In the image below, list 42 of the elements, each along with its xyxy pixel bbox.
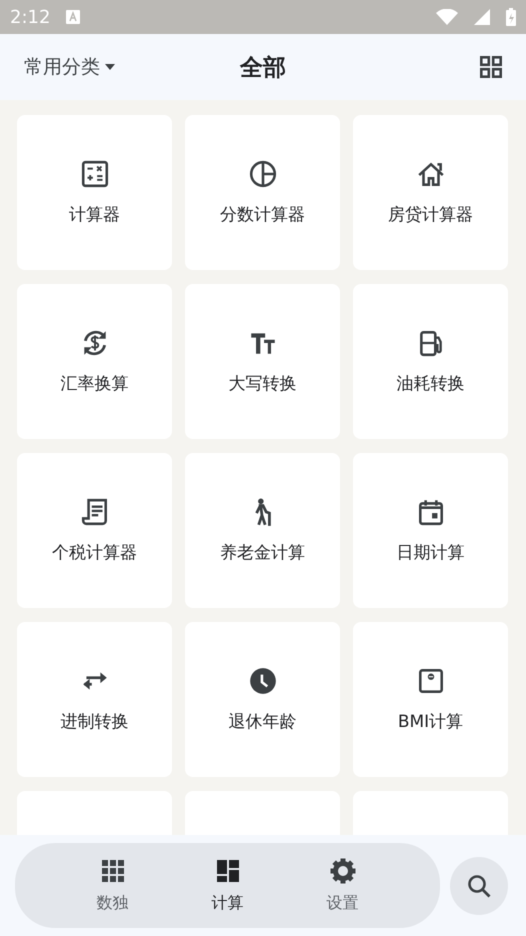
- search-icon: [466, 872, 492, 898]
- battery-icon: [506, 8, 516, 26]
- tool-label: 大写转换: [228, 373, 296, 395]
- tool-card[interactable]: 计算器: [17, 115, 172, 270]
- grid-view-icon[interactable]: [480, 56, 502, 78]
- category-dropdown[interactable]: 常用分类: [24, 54, 116, 80]
- nav-tab[interactable]: 数独: [88, 843, 136, 928]
- tool-card[interactable]: 大写转换: [185, 284, 340, 439]
- signal-icon: [474, 9, 490, 25]
- tool-card[interactable]: 汇率换算: [17, 284, 172, 439]
- tool-card[interactable]: 油耗转换: [353, 284, 508, 439]
- tool-card[interactable]: 房贷计算器: [353, 115, 508, 270]
- status-time: 2:12: [10, 6, 50, 28]
- receipt-icon: [80, 497, 110, 527]
- tool-label: 个税计算器: [52, 542, 137, 564]
- caret-icon: [104, 63, 116, 71]
- nav-tab[interactable]: 计算: [204, 843, 252, 928]
- tool-label: 油耗转换: [396, 373, 464, 395]
- tool-label: 进制转换: [60, 711, 128, 733]
- wifi-icon: [436, 9, 458, 25]
- tool-label: 房贷计算器: [388, 204, 473, 226]
- tool-label: 日期计算: [396, 542, 464, 564]
- page-title: 全部: [240, 54, 286, 80]
- tool-card[interactable]: BMI计算: [353, 622, 508, 777]
- calculator-icon: [80, 159, 110, 189]
- tool-card[interactable]: 分数计算器: [185, 115, 340, 270]
- tool-card[interactable]: 进制转换: [17, 622, 172, 777]
- tool-label: BMI计算: [398, 711, 464, 733]
- tool-label: 退休年龄: [228, 711, 296, 733]
- tool-label: 汇率换算: [60, 373, 128, 395]
- tool-card[interactable]: 退休年龄: [185, 622, 340, 777]
- keyboard-icon: [66, 10, 80, 24]
- settings-icon: [328, 857, 356, 885]
- tool-label: 养老金计算: [220, 542, 305, 564]
- tool-label: 分数计算器: [220, 204, 305, 226]
- nav-tab[interactable]: 设置: [318, 843, 366, 928]
- tool-card[interactable]: 养老金计算: [185, 453, 340, 608]
- tool-card[interactable]: 个税计算器: [17, 453, 172, 608]
- clock-icon: [248, 666, 278, 696]
- pie-chart-icon: [248, 159, 278, 189]
- tool-label: 计算器: [69, 204, 120, 226]
- tool-card[interactable]: 日期计算: [353, 453, 508, 608]
